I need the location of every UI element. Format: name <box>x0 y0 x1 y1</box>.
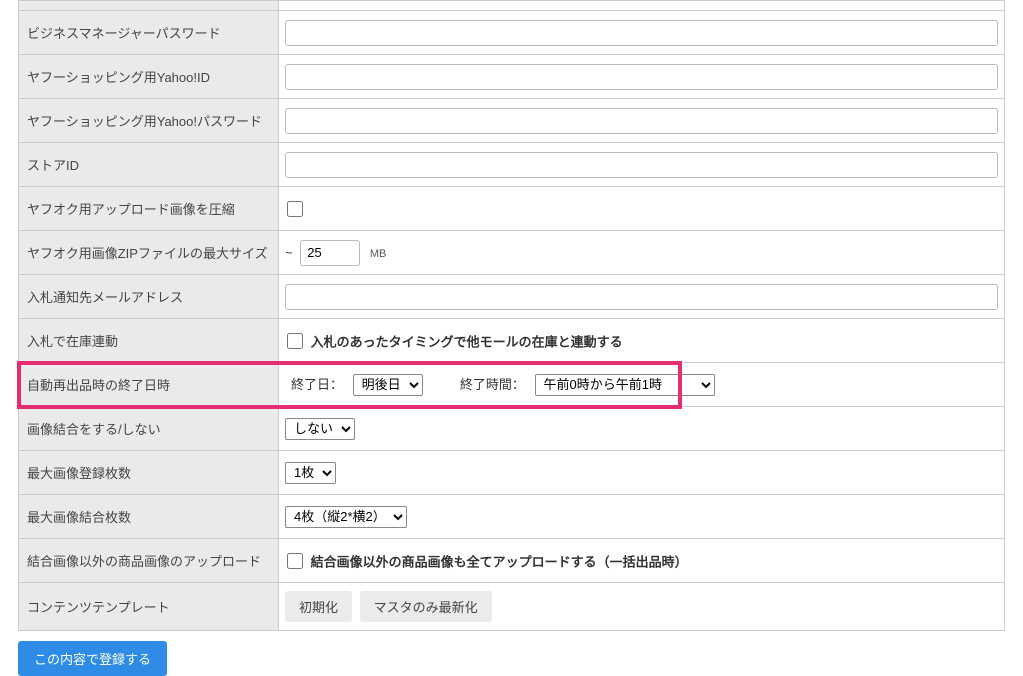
table-row: ビジネスマネージャーパスワード <box>19 11 1005 55</box>
init-button[interactable]: 初期化 <box>285 591 352 622</box>
label-yahoo-id: ヤフーショッピング用Yahoo!ID <box>19 55 279 99</box>
label-bid-stock-link: 入札で在庫連動 <box>19 319 279 363</box>
zip-max-size-unit: MB <box>370 248 387 260</box>
table-row: 結合画像以外の商品画像のアップロード 結合画像以外の商品画像も全てアップロードす… <box>19 539 1005 583</box>
bid-stock-link-checkbox[interactable] <box>287 333 303 349</box>
label-content-template: コンテンツテンプレート <box>19 583 279 631</box>
table-row: 入札通知先メールアドレス <box>19 275 1005 319</box>
update-master-button[interactable]: マスタのみ最新化 <box>360 591 492 622</box>
table-row: ストアID <box>19 143 1005 187</box>
yahoo-id-input[interactable] <box>285 64 998 90</box>
value-cell-stub <box>279 1 1005 11</box>
upload-non-merged-checkbox[interactable] <box>287 553 303 569</box>
label-store-id: ストアID <box>19 143 279 187</box>
yahoo-password-input[interactable] <box>285 108 998 134</box>
max-merge-count-select[interactable]: 4枚（縦2*横2） <box>285 506 407 528</box>
end-date-label: 終了日： <box>291 377 343 392</box>
end-time-label: 終了時間： <box>460 377 525 392</box>
table-row <box>19 1 1005 11</box>
table-row: 最大画像登録枚数 1枚 <box>19 451 1005 495</box>
table-row: 画像結合をする/しない しない <box>19 407 1005 451</box>
compress-image-checkbox[interactable] <box>287 201 303 217</box>
table-row-highlighted: 自動再出品時の終了日時 終了日： 明後日 終了時間： 午前0時から午前1時 <box>19 363 1005 407</box>
tilde-text: ~ <box>285 245 293 260</box>
submit-button[interactable]: この内容で登録する <box>18 641 167 676</box>
end-time-select[interactable]: 午前0時から午前1時 <box>535 374 715 396</box>
label-max-merge-count: 最大画像結合枚数 <box>19 495 279 539</box>
label-zip-max-size: ヤフオク用画像ZIPファイルの最大サイズ <box>19 231 279 275</box>
table-row: コンテンツテンプレート 初期化 マスタのみ最新化 <box>19 583 1005 631</box>
label-max-image-count: 最大画像登録枚数 <box>19 451 279 495</box>
bid-notify-email-input[interactable] <box>285 284 998 310</box>
settings-table: ビジネスマネージャーパスワード ヤフーショッピング用Yahoo!ID ヤフーショ… <box>18 0 1005 631</box>
table-row: ヤフオク用アップロード画像を圧縮 <box>19 187 1005 231</box>
end-date-select[interactable]: 明後日 <box>353 374 423 396</box>
zip-max-size-input[interactable] <box>300 240 360 266</box>
label-auto-relist-end: 自動再出品時の終了日時 <box>19 363 279 407</box>
label-compress-image: ヤフオク用アップロード画像を圧縮 <box>19 187 279 231</box>
bid-stock-link-text: 入札のあったタイミングで他モールの在庫と連動する <box>311 334 623 349</box>
table-row: 最大画像結合枚数 4枚（縦2*横2） <box>19 495 1005 539</box>
max-image-count-select[interactable]: 1枚 <box>285 462 336 484</box>
label-bm-password: ビジネスマネージャーパスワード <box>19 11 279 55</box>
label-yahoo-password: ヤフーショッピング用Yahoo!パスワード <box>19 99 279 143</box>
table-row: ヤフーショッピング用Yahoo!ID <box>19 55 1005 99</box>
label-upload-non-merged: 結合画像以外の商品画像のアップロード <box>19 539 279 583</box>
label-bid-notify-email: 入札通知先メールアドレス <box>19 275 279 319</box>
label-cell-stub <box>19 1 279 11</box>
store-id-input[interactable] <box>285 152 998 178</box>
image-merge-select[interactable]: しない <box>285 418 355 440</box>
upload-non-merged-text: 結合画像以外の商品画像も全てアップロードする（一括出品時） <box>311 554 688 569</box>
table-row: 入札で在庫連動 入札のあったタイミングで他モールの在庫と連動する <box>19 319 1005 363</box>
table-row: ヤフーショッピング用Yahoo!パスワード <box>19 99 1005 143</box>
table-row: ヤフオク用画像ZIPファイルの最大サイズ ~ MB <box>19 231 1005 275</box>
bm-password-input[interactable] <box>285 20 998 46</box>
label-image-merge: 画像結合をする/しない <box>19 407 279 451</box>
